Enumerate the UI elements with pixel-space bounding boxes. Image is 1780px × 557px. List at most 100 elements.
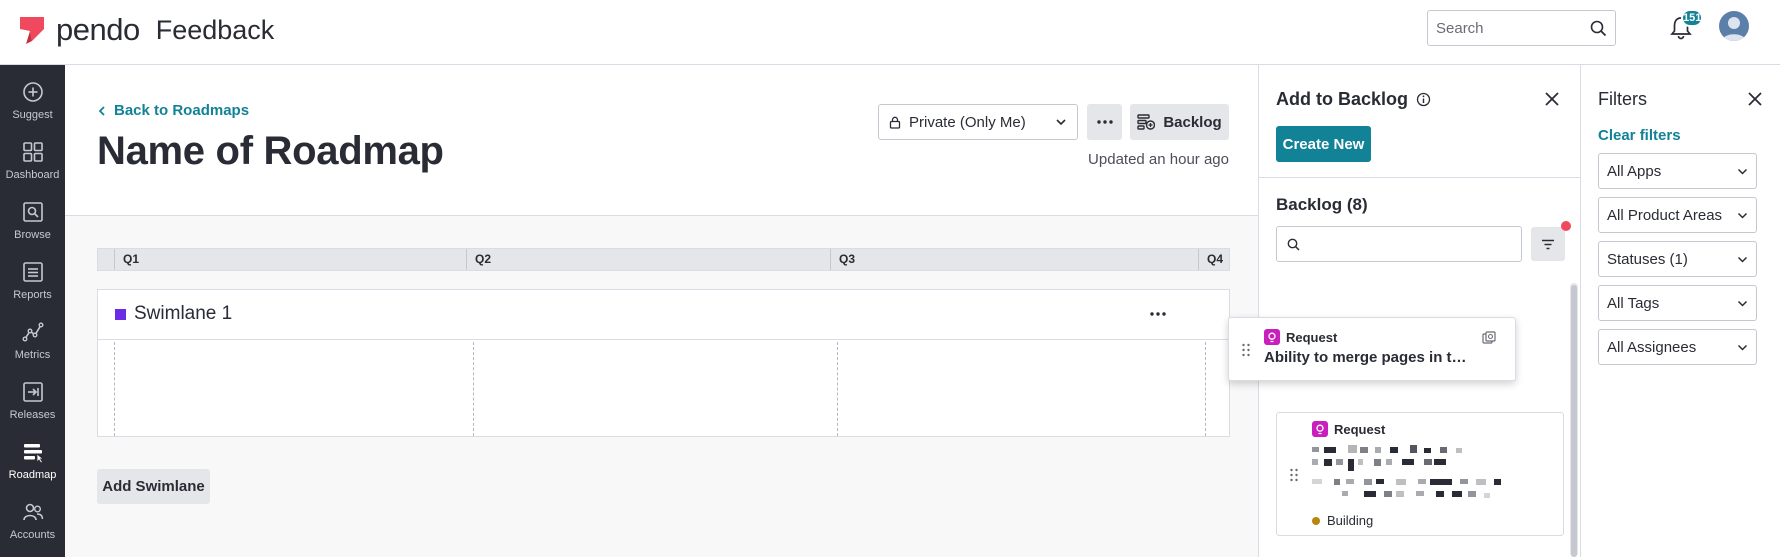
- quarter-label: Q2: [466, 249, 491, 270]
- backlog-request-card[interactable]: Request Building: [1276, 412, 1564, 536]
- nav-label: Suggest: [12, 109, 53, 121]
- chevron-left-icon: [98, 105, 105, 116]
- lock-icon: [889, 116, 901, 129]
- chevron-down-icon: [1737, 300, 1748, 307]
- list-icon: [22, 262, 43, 282]
- nav-label: Metrics: [14, 349, 51, 361]
- nav-label: Roadmap: [8, 469, 57, 481]
- global-search-input[interactable]: Search: [1427, 10, 1616, 46]
- search-icon: [1590, 20, 1607, 36]
- quarter-divider: [837, 342, 838, 436]
- avatar[interactable]: [1719, 11, 1749, 41]
- close-icon[interactable]: [1746, 90, 1764, 108]
- backlog-search-input[interactable]: [1276, 226, 1522, 262]
- back-link-label: Back to Roadmaps: [114, 102, 250, 119]
- dragging-request-card[interactable]: Request Ability to merge pages in the...: [1228, 317, 1516, 381]
- search-icon: [1287, 238, 1300, 251]
- nav-item-roadmap[interactable]: Roadmap: [0, 425, 65, 485]
- status-row: Building: [1312, 513, 1373, 528]
- more-options-button[interactable]: [1087, 104, 1122, 140]
- privacy-select[interactable]: Private (Only Me): [878, 104, 1078, 140]
- filter-select-assignees[interactable]: All Assignees: [1598, 329, 1757, 365]
- browse-icon: [22, 202, 43, 222]
- nav-item-browse[interactable]: Browse: [0, 185, 65, 245]
- roadmap-icon: [23, 444, 44, 463]
- nav-label: Browse: [14, 229, 51, 241]
- card-title: Ability to merge pages in the...: [1264, 349, 1474, 366]
- redacted-content: [1312, 445, 1501, 498]
- nav-label: Accounts: [9, 529, 56, 541]
- info-icon[interactable]: [1416, 92, 1431, 107]
- swimlane[interactable]: Swimlane 1: [97, 289, 1230, 437]
- nav-item-reports[interactable]: Reports: [0, 245, 65, 305]
- nav-item-metrics[interactable]: Metrics: [0, 305, 65, 365]
- top-bar: pendo Feedback Search 151: [0, 0, 1780, 65]
- chevron-down-icon: [1737, 256, 1748, 263]
- card-type-label: Request: [1286, 329, 1338, 345]
- swimlane-color-swatch: [115, 309, 126, 320]
- plus-circle-icon: [22, 82, 43, 102]
- filter-select-product-areas[interactable]: All Product Areas: [1598, 197, 1757, 233]
- nav-item-suggest[interactable]: Suggest: [0, 65, 65, 125]
- swimlane-more-icon[interactable]: [1148, 304, 1168, 324]
- backlog-panel-title-text: Add to Backlog: [1276, 89, 1409, 109]
- releases-icon: [22, 382, 43, 402]
- user-icon: [1722, 17, 1746, 41]
- filter-select-apps[interactable]: All Apps: [1598, 153, 1757, 189]
- quarter-label: Q3: [830, 249, 855, 270]
- grid-icon: [22, 142, 43, 162]
- search-placeholder: Search: [1436, 19, 1484, 37]
- roadmap-header: Back to Roadmaps Name of Roadmap Private…: [65, 65, 1258, 216]
- status-dot: [1312, 516, 1320, 525]
- drag-handle-icon[interactable]: [1289, 468, 1299, 482]
- nav-item-releases[interactable]: Releases: [0, 365, 65, 425]
- back-to-roadmaps-link[interactable]: Back to Roadmaps: [98, 102, 249, 119]
- card-type: Request: [1264, 329, 1337, 345]
- filter-select-value: All Assignees: [1607, 338, 1697, 356]
- backlog-icon: [1137, 114, 1156, 130]
- backlog-panel-title: Add to Backlog: [1276, 89, 1431, 110]
- filter-select-value: Statuses (1): [1607, 250, 1688, 268]
- nav-item-accounts[interactable]: Accounts: [0, 485, 65, 545]
- swimlane-title: Swimlane 1: [134, 303, 233, 324]
- request-icon: [1264, 329, 1280, 345]
- product-name: Feedback: [155, 14, 275, 45]
- people-icon: [22, 503, 43, 521]
- quarter-label: Q1: [114, 249, 139, 270]
- left-navigation: Suggest Dashboard Browse Reports Metrics…: [0, 65, 65, 557]
- card-type-label: Request: [1334, 421, 1386, 437]
- filter-icon: [1542, 239, 1554, 249]
- updated-timestamp: Updated an hour ago: [1088, 151, 1229, 168]
- backlog-filter-button[interactable]: [1531, 227, 1565, 261]
- request-icon: [1312, 421, 1328, 437]
- nav-label: Releases: [9, 409, 56, 421]
- nav-label: Dashboard: [5, 169, 60, 181]
- close-icon[interactable]: [1543, 90, 1561, 108]
- filter-select-value: All Tags: [1607, 294, 1660, 312]
- nav-item-dashboard[interactable]: Dashboard: [0, 125, 65, 185]
- status-label: Building: [1327, 513, 1374, 528]
- filter-select-statuses[interactable]: Statuses (1): [1598, 241, 1757, 277]
- metrics-icon: [22, 322, 44, 342]
- logo-text: pendo: [56, 12, 140, 47]
- backlog-scrollbar-thumb[interactable]: [1571, 285, 1577, 557]
- backlog-button-label: Backlog: [1163, 113, 1222, 131]
- ellipsis-icon: [1096, 120, 1113, 124]
- quarter-timeline: Q1 Q2 Q3 Q4: [97, 248, 1230, 271]
- swimlane-header: Swimlane 1: [98, 290, 1229, 340]
- pendo-logo-icon: [20, 17, 44, 44]
- chevron-down-icon: [1737, 168, 1748, 175]
- backlog-button[interactable]: Backlog: [1130, 104, 1229, 140]
- privacy-value: Private (Only Me): [909, 113, 1026, 131]
- notification-badge: 151: [1681, 9, 1704, 27]
- logo[interactable]: pendo Feedback: [18, 12, 274, 48]
- create-new-button[interactable]: Create New: [1276, 126, 1371, 162]
- card-type: Request: [1312, 421, 1385, 437]
- filter-select-tags[interactable]: All Tags: [1598, 285, 1757, 321]
- clear-filters-link[interactable]: Clear filters: [1598, 127, 1681, 144]
- add-swimlane-button[interactable]: Add Swimlane: [97, 469, 210, 504]
- drag-handle-icon[interactable]: [1241, 343, 1251, 357]
- chevron-down-icon: [1737, 212, 1748, 219]
- filters-panel: Filters Clear filters All Apps All Produ…: [1580, 65, 1780, 557]
- open-card-icon[interactable]: [1482, 331, 1496, 344]
